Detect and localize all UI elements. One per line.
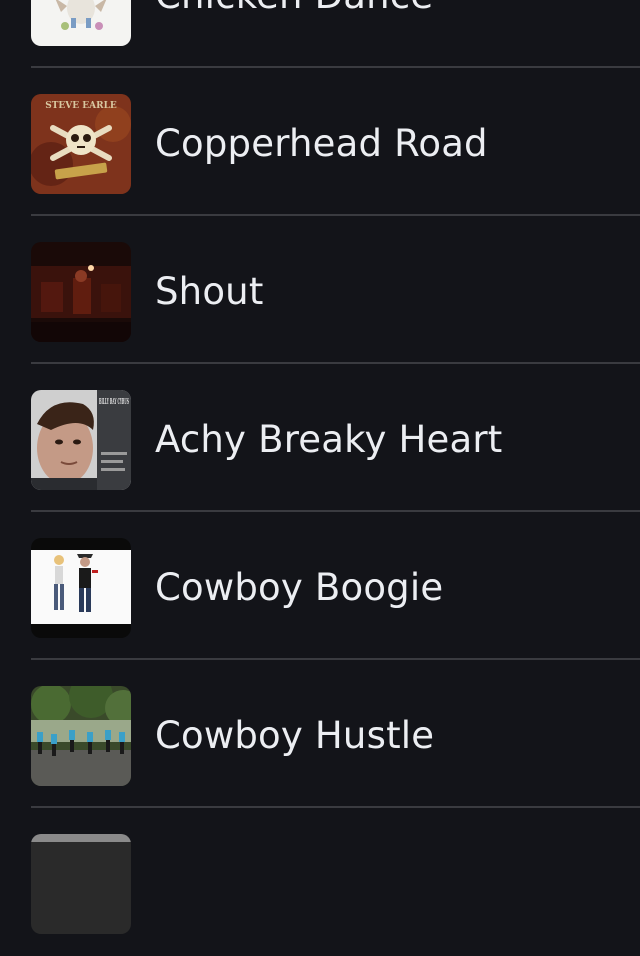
list-item[interactable]: BILLY RAY CYRUS Achy Breaky Heart <box>0 364 640 512</box>
song-title: Cowboy Hustle <box>155 714 435 757</box>
list-item[interactable]: Cowboy Boogie <box>0 512 640 660</box>
artwork-text: BILLY RAY CYRUS <box>99 396 129 406</box>
list-item[interactable] <box>0 808 640 956</box>
song-title: Chicken Dance <box>155 0 433 22</box>
chicken-dance-artwork-icon <box>31 0 131 46</box>
list-item[interactable]: Chicken Dance <box>0 0 640 68</box>
cowboy-boogie-artwork-icon <box>31 538 131 638</box>
list-item[interactable]: Cowboy Hustle <box>0 660 640 808</box>
artwork-text: STEVE EARLE <box>45 101 117 111</box>
song-title: Copperhead Road <box>155 122 488 165</box>
list-item[interactable]: STEVE EARLE Copperhead Road <box>0 68 640 216</box>
song-title: Cowboy Boogie <box>155 566 444 609</box>
song-title: Achy Breaky Heart <box>155 418 503 461</box>
shout-artwork-icon <box>31 242 131 342</box>
song-list: Chicken Dance STEVE EARLE Copperhead Roa… <box>0 0 640 956</box>
copperhead-road-artwork-icon: STEVE EARLE <box>31 94 131 194</box>
cowboy-hustle-artwork-icon <box>31 686 131 786</box>
achy-breaky-heart-artwork-icon: BILLY RAY CYRUS <box>31 390 131 490</box>
next-song-artwork-icon <box>31 834 131 934</box>
song-title: Shout <box>155 270 264 313</box>
list-item[interactable]: Shout <box>0 216 640 364</box>
